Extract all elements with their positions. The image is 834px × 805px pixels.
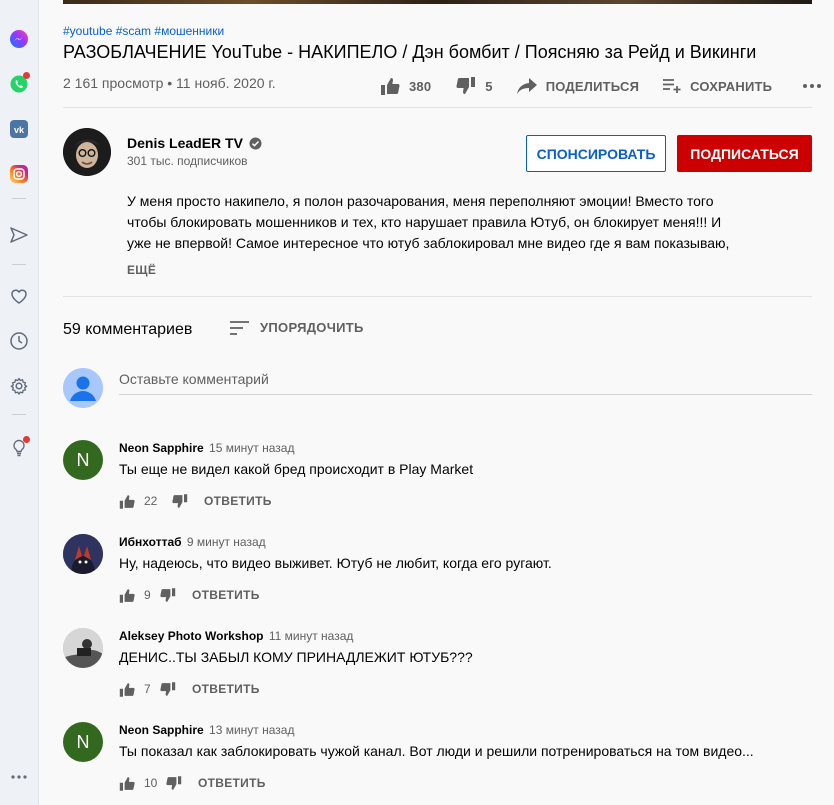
heart-icon[interactable] xyxy=(8,285,30,307)
dislike-count: 5 xyxy=(485,78,493,94)
comment-like-count: 7 xyxy=(144,682,151,696)
notification-dot xyxy=(23,436,30,443)
thumbs-down-icon[interactable] xyxy=(160,587,176,603)
comment-avatar[interactable] xyxy=(63,534,103,574)
comment-like-count: 10 xyxy=(144,776,158,790)
comment-header: Ибнхоттаб 9 минут назад xyxy=(119,535,266,549)
comment-avatar[interactable]: N xyxy=(63,440,103,480)
whatsapp-icon[interactable] xyxy=(8,72,30,95)
send-icon[interactable] xyxy=(8,224,30,246)
divider xyxy=(63,107,812,108)
messenger-icon[interactable] xyxy=(8,28,30,50)
comment-like-count: 9 xyxy=(144,588,151,602)
hashtags[interactable]: #youtube #scam #мошенники xyxy=(63,24,224,38)
comment-author[interactable]: Neon Sapphire xyxy=(119,723,204,737)
divider xyxy=(63,296,812,297)
comment-actions: 7 ОТВЕТИТЬ xyxy=(119,680,260,698)
sort-label: УПОРЯДОЧИТЬ xyxy=(260,320,364,335)
instagram-icon[interactable] xyxy=(8,163,30,185)
comment-input[interactable] xyxy=(119,371,812,387)
lightbulb-icon[interactable] xyxy=(8,436,30,459)
description-line: уже не впервой! Самое интересное что юту… xyxy=(127,235,730,251)
channel-avatar[interactable] xyxy=(63,128,111,176)
comment-input-underline xyxy=(119,394,812,395)
comment-text: Ты еще не видел какой бред происходит в … xyxy=(119,461,474,477)
vk-icon[interactable]: vk xyxy=(8,118,30,140)
subscribe-button[interactable]: ПОДПИСАТЬСЯ xyxy=(677,135,812,172)
comment-text: Ты показал как заблокировать чужой канал… xyxy=(119,743,754,759)
sidebar-separator xyxy=(12,198,26,199)
like-count: 380 xyxy=(409,78,432,94)
gear-icon[interactable] xyxy=(8,375,30,397)
description-line: чтобы блокировать мошенников и тех, кто … xyxy=(127,214,722,230)
subscriber-count: 301 тыс. подписчиков xyxy=(127,154,248,168)
video-player-edge[interactable] xyxy=(63,0,812,4)
comment-author[interactable]: Aleksey Photo Workshop xyxy=(119,629,263,643)
comment-time[interactable]: 11 минут назад xyxy=(269,629,354,643)
clock-icon[interactable] xyxy=(8,330,30,352)
save-label: СОХРАНИТЬ xyxy=(690,78,773,94)
thumbs-down-icon[interactable] xyxy=(160,681,176,697)
comment-item: N Neon Sapphire 15 минут назад Ты еще не… xyxy=(63,440,812,520)
reply-button[interactable]: ОТВЕТИТЬ xyxy=(198,776,266,790)
share-label: ПОДЕЛИТЬСЯ xyxy=(545,78,640,94)
sponsor-button[interactable]: СПОНСИРОВАТЬ xyxy=(526,135,666,172)
comment-header: Neon Sapphire 13 минут назад xyxy=(119,723,294,737)
video-actions: 380 5 ПОДЕЛИТЬСЯ СОХРАНИТЬ xyxy=(380,76,831,96)
thumbs-up-icon[interactable] xyxy=(119,494,135,509)
video-description: У меня просто накипело, я полон разочаро… xyxy=(127,191,757,254)
reply-button[interactable]: ОТВЕТИТЬ xyxy=(204,494,272,508)
browser-sidebar: vk xyxy=(0,0,39,805)
comment-author[interactable]: Ибнхоттаб xyxy=(119,535,182,549)
comment-header: Neon Sapphire 15 минут назад xyxy=(119,441,294,455)
comment-avatar[interactable]: N xyxy=(63,722,103,762)
comment-text: Ну, надеюсь, что видео выживет. Ютуб не … xyxy=(119,555,552,571)
comment-actions: 10 ОТВЕТИТЬ xyxy=(119,774,266,792)
verified-icon xyxy=(249,137,262,149)
comment-text: ДЕНИС..ТЫ ЗАБЫЛ КОМУ ПРИНАДЛЕЖИТ ЮТУБ??? xyxy=(119,649,473,665)
comment-item: Aleksey Photo Workshop 11 минут назад ДЕ… xyxy=(63,628,812,708)
sort-button[interactable]: УПОРЯДОЧИТЬ xyxy=(230,320,364,335)
sidebar-separator xyxy=(12,264,26,265)
video-stats: 2 161 просмотр • 11 нояб. 2020 г. xyxy=(63,75,276,91)
user-avatar xyxy=(63,368,103,408)
comment-avatar[interactable] xyxy=(63,628,103,668)
show-more-button[interactable]: ЕЩЁ xyxy=(127,263,156,277)
comment-time[interactable]: 9 минут назад xyxy=(187,535,266,549)
comment-author[interactable]: Neon Sapphire xyxy=(119,441,204,455)
avatar-letter: N xyxy=(76,449,90,470)
sidebar-separator xyxy=(12,414,26,415)
share-button[interactable]: ПОДЕЛИТЬСЯ xyxy=(516,78,640,94)
comment-item: N Neon Sapphire 13 минут назад Ты показа… xyxy=(63,722,812,802)
description-line: У меня просто накипело, я полон разочаро… xyxy=(127,193,714,209)
more-icon[interactable] xyxy=(8,766,30,788)
reply-button[interactable]: ОТВЕТИТЬ xyxy=(192,682,260,696)
video-title: РАЗОБЛАЧЕНИЕ YouTube - НАКИПЕЛО / Дэн бо… xyxy=(63,42,757,62)
comment-actions: 22 ОТВЕТИТЬ xyxy=(119,492,272,510)
comments-count: 59 комментариев xyxy=(63,321,193,338)
notification-dot xyxy=(23,72,30,79)
reply-button[interactable]: ОТВЕТИТЬ xyxy=(192,588,260,602)
thumbs-down-icon[interactable] xyxy=(172,493,188,509)
save-button[interactable]: СОХРАНИТЬ xyxy=(663,79,772,94)
channel-name-text: Denis LeadER TV xyxy=(127,135,243,151)
thumbs-up-icon[interactable] xyxy=(119,588,135,603)
like-button[interactable]: 380 xyxy=(380,77,431,95)
comment-time[interactable]: 13 минут назад xyxy=(209,723,294,737)
thumbs-up-icon[interactable] xyxy=(119,682,135,697)
sort-icon xyxy=(230,320,249,335)
avatar-letter: N xyxy=(76,731,90,752)
thumbs-down-icon[interactable] xyxy=(166,775,182,791)
comment-header: Aleksey Photo Workshop 11 минут назад xyxy=(119,629,353,643)
comment-like-count: 22 xyxy=(144,494,158,508)
dislike-button[interactable]: 5 xyxy=(456,77,493,95)
svg-text:vk: vk xyxy=(14,125,25,135)
comment-actions: 9 ОТВЕТИТЬ xyxy=(119,586,260,604)
more-actions-icon[interactable] xyxy=(802,83,831,89)
comment-item: Ибнхоттаб 9 минут назад Ну, надеюсь, что… xyxy=(63,534,812,614)
channel-name[interactable]: Denis LeadER TV xyxy=(127,135,262,151)
thumbs-up-icon[interactable] xyxy=(119,776,135,791)
comment-time[interactable]: 15 минут назад xyxy=(209,441,294,455)
